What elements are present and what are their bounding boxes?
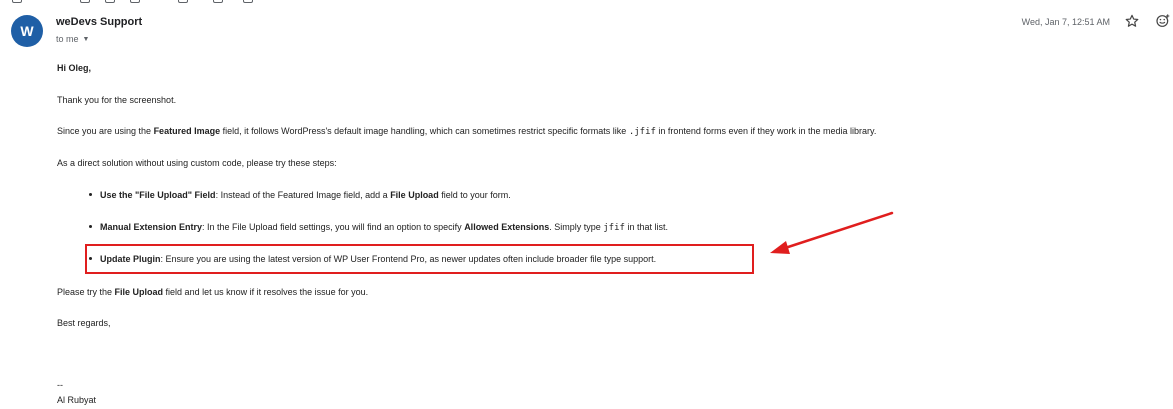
star-icon[interactable] — [1124, 13, 1140, 29]
chevron-down-icon[interactable]: ▼ — [83, 36, 90, 43]
thanks-line: Thank you for the screenshot. — [57, 95, 177, 105]
paragraph-featured-image: Since you are using the Featured Image f… — [57, 126, 877, 137]
back-icon[interactable] — [12, 0, 22, 3]
recipient-label: to me — [56, 34, 79, 44]
delete-icon[interactable] — [130, 0, 140, 3]
step-file-upload: Use the "File Upload" Field: Instead of … — [100, 190, 511, 200]
bullet-dot — [89, 225, 92, 228]
archive-icon[interactable] — [80, 0, 90, 3]
more-icon[interactable] — [243, 0, 253, 3]
highlight-box — [85, 244, 754, 274]
signature-name: Al Rubyat — [57, 395, 97, 405]
toolbar-strip — [0, 0, 1173, 6]
step-manual-extension: Manual Extension Entry: In the File Uplo… — [100, 222, 668, 233]
mail-icon[interactable] — [178, 0, 188, 3]
bullet-dot — [89, 193, 92, 196]
email-date: Wed, Jan 7, 12:51 AM — [1021, 17, 1110, 27]
paragraph-steps-intro: As a direct solution without using custo… — [57, 158, 337, 168]
emoji-react-icon[interactable] — [1155, 13, 1171, 29]
sender-name[interactable]: weDevs Support — [56, 16, 142, 28]
report-icon[interactable] — [105, 0, 115, 3]
signature-dash: -- — [57, 380, 63, 390]
closing-paragraph: Please try the File Upload field and let… — [57, 287, 369, 297]
avatar[interactable]: W — [11, 15, 43, 47]
greeting: Hi Oleg, — [57, 63, 92, 73]
signoff: Best regards, — [57, 318, 111, 328]
recipient-line[interactable]: to me ▼ — [56, 34, 89, 44]
annotation-arrow — [770, 211, 894, 254]
snooze-icon[interactable] — [213, 0, 223, 3]
